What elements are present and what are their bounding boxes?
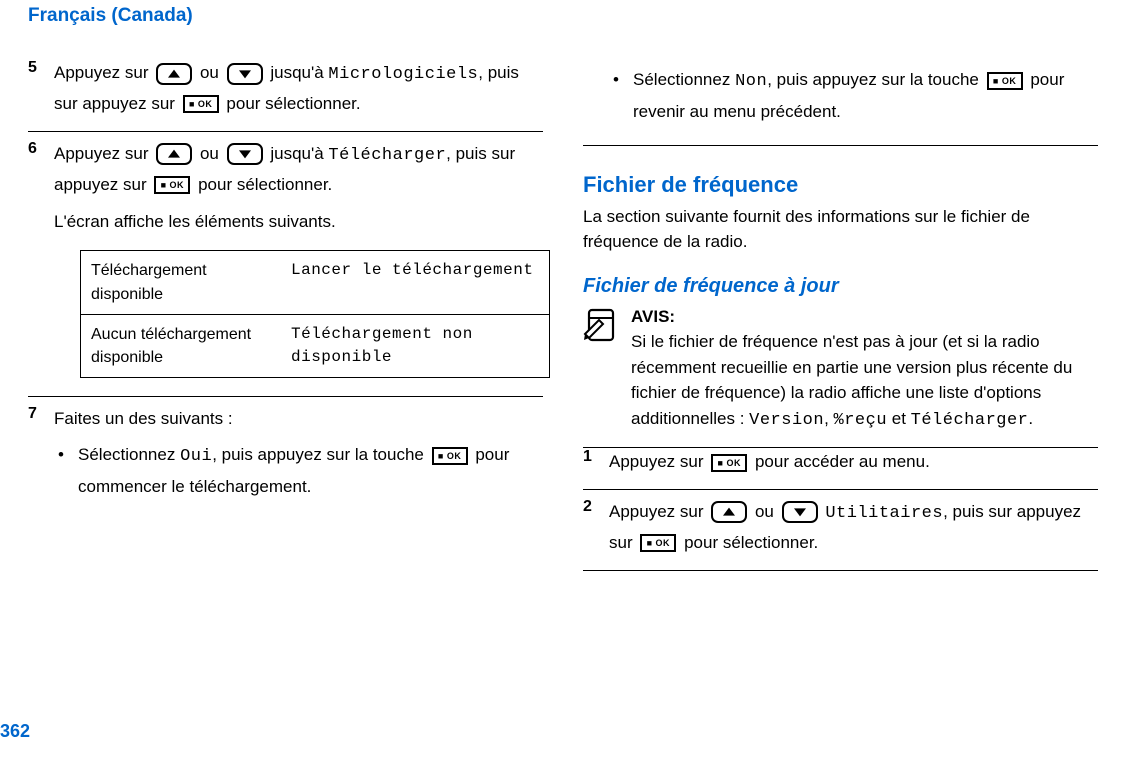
left-column: 5 Appuyez sur ou jusqu'à Micrologiciels,… [8,59,563,579]
arrow-up-icon [156,143,192,165]
step-2: 2 Appuyez sur ou Utilitaires, puis sur a… [583,498,1098,571]
language-label: Français (Canada) [28,5,193,26]
notice-block: AVIS: Si le fichier de fréquence n'est p… [583,304,1098,434]
section-heading: Fichier de fréquence [583,172,1098,198]
two-column-layout: 5 Appuyez sur ou jusqu'à Micrologiciels,… [0,27,1131,579]
arrow-down-icon [227,63,263,85]
text: ou [755,502,779,521]
notice-icon-wrap [583,304,631,434]
step-number: 2 [583,498,609,558]
section-subheading: Fichier de fréquence à jour [583,275,1098,298]
table-row: Aucun téléchargement disponible Téléchar… [81,314,549,377]
step-number: 7 [28,405,54,507]
text: pour accéder au menu. [755,452,930,471]
text: Appuyez sur [609,452,708,471]
download-status-table: Téléchargement disponible Lancer le télé… [80,250,550,378]
step-6: 6 Appuyez sur ou jusqu'à Télécharger, pu… [28,140,543,397]
table-cell: Téléchargement non disponible [281,315,549,377]
text: Appuyez sur [609,502,708,521]
menu-term: Utilitaires [825,504,943,523]
paragraph: La section suivante fournit des informat… [583,204,1098,255]
table-cell: Lancer le téléchargement [281,251,549,313]
text: et [887,409,911,428]
text: . [1028,409,1033,428]
step-body: Appuyez sur pour accéder au menu. [609,448,1098,477]
text: jusqu'à [270,63,328,82]
step-7: 7 Faites un des suivants : Sélectionnez … [28,405,543,515]
ok-button-icon [154,176,190,194]
list-item: Sélectionnez Oui, puis appuyez sur la to… [54,440,543,502]
step-body: Faites un des suivants : Sélectionnez Ou… [54,405,543,507]
table-row: Téléchargement disponible Lancer le télé… [81,251,549,313]
text: , puis appuyez sur la touche [212,445,428,464]
notice-body: AVIS: Si le fichier de fréquence n'est p… [631,304,1098,434]
menu-term: Non [735,72,767,91]
page-number: 362 [0,721,30,742]
table-cell: Téléchargement disponible [81,251,281,313]
text: Appuyez sur [54,63,153,82]
step-body: Sélectionnez Non, puis appuyez sur la to… [609,59,1098,133]
list-item: Sélectionnez Non, puis appuyez sur la to… [609,65,1098,127]
ok-button-icon [711,454,747,472]
text: Faites un des suivants : [54,405,543,434]
text: ou [200,144,224,163]
text: pour sélectionner. [684,533,818,552]
step-body: Appuyez sur ou jusqu'à Micrologiciels, p… [54,59,543,119]
arrow-up-icon [156,63,192,85]
arrow-down-icon [227,143,263,165]
table-cell: Aucun téléchargement disponible [81,315,281,377]
step-body: Appuyez sur ou jusqu'à Télécharger, puis… [54,140,550,384]
notice-label: AVIS: [631,307,675,326]
step-1: 1 Appuyez sur pour accéder au menu. [583,448,1098,490]
menu-term: Micrologiciels [328,65,478,84]
menu-term: Télécharger [911,411,1029,430]
step-5: 5 Appuyez sur ou jusqu'à Micrologiciels,… [28,59,543,132]
ok-button-icon [183,95,219,113]
text: pour sélectionner. [198,175,332,194]
step-number: 5 [28,59,54,119]
menu-term: Télécharger [328,146,446,165]
step-body: Appuyez sur ou Utilitaires, puis sur app… [609,498,1098,558]
right-column: Sélectionnez Non, puis appuyez sur la to… [563,59,1118,579]
text: Sélectionnez [78,445,180,464]
text: pour sélectionner. [226,94,360,113]
ok-button-icon [640,534,676,552]
bullet-list: Sélectionnez Non, puis appuyez sur la to… [609,65,1098,127]
menu-term: %reçu [834,411,888,430]
ok-button-icon [432,447,468,465]
menu-term: Version [749,411,824,430]
arrow-down-icon [782,501,818,523]
menu-term: Oui [180,447,212,466]
note-icon [583,306,621,344]
text: ou [200,63,224,82]
page-header: Français (Canada) [0,0,1131,27]
step-7-continued: Sélectionnez Non, puis appuyez sur la to… [583,59,1098,146]
text: L'écran affiche les éléments suivants. [54,208,550,237]
text: Appuyez sur [54,144,153,163]
text: jusqu'à [270,144,328,163]
bullet-list: Sélectionnez Oui, puis appuyez sur la to… [54,440,543,502]
text: Sélectionnez [633,70,735,89]
text: , puis appuyez sur la touche [767,70,983,89]
step-number: 1 [583,448,609,477]
step-number: 6 [28,140,54,384]
arrow-up-icon [711,501,747,523]
text: , [824,409,833,428]
ok-button-icon [987,72,1023,90]
